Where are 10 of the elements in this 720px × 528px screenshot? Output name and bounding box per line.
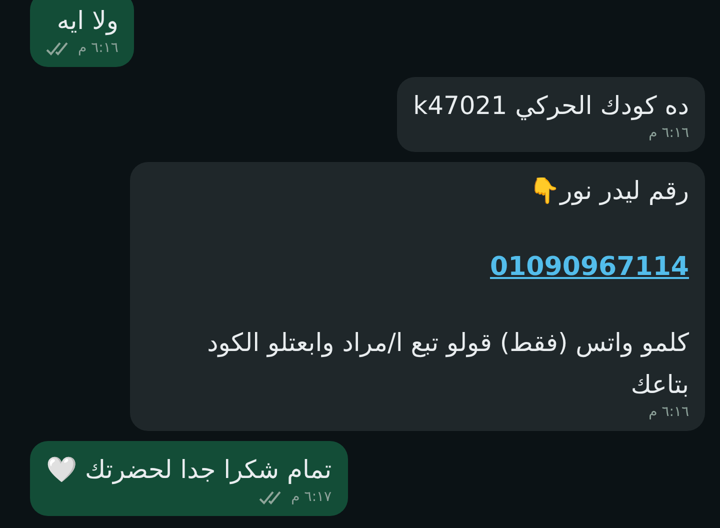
- message-text: ده كودك الحركي k47021: [413, 90, 689, 122]
- message-time: ٦:١٧ م: [291, 488, 332, 507]
- message-text: رقم ليدر نور👇: [528, 175, 689, 208]
- message-text: تمام شكرا جدا لحضرتك 🤍: [46, 454, 332, 486]
- message-text: ولا ايه: [56, 5, 118, 38]
- message-time: ٦:١٦ م: [78, 39, 118, 58]
- phone-link[interactable]: 01090967114: [146, 250, 689, 284]
- message-time: ٦:١٦ م: [648, 403, 689, 422]
- message-time: ٦:١٦ م: [648, 124, 689, 143]
- message-text: كلمو واتس (فقط) قولو تبع ا/مراد وابعتلو الكود بتاعك: [206, 327, 689, 401]
